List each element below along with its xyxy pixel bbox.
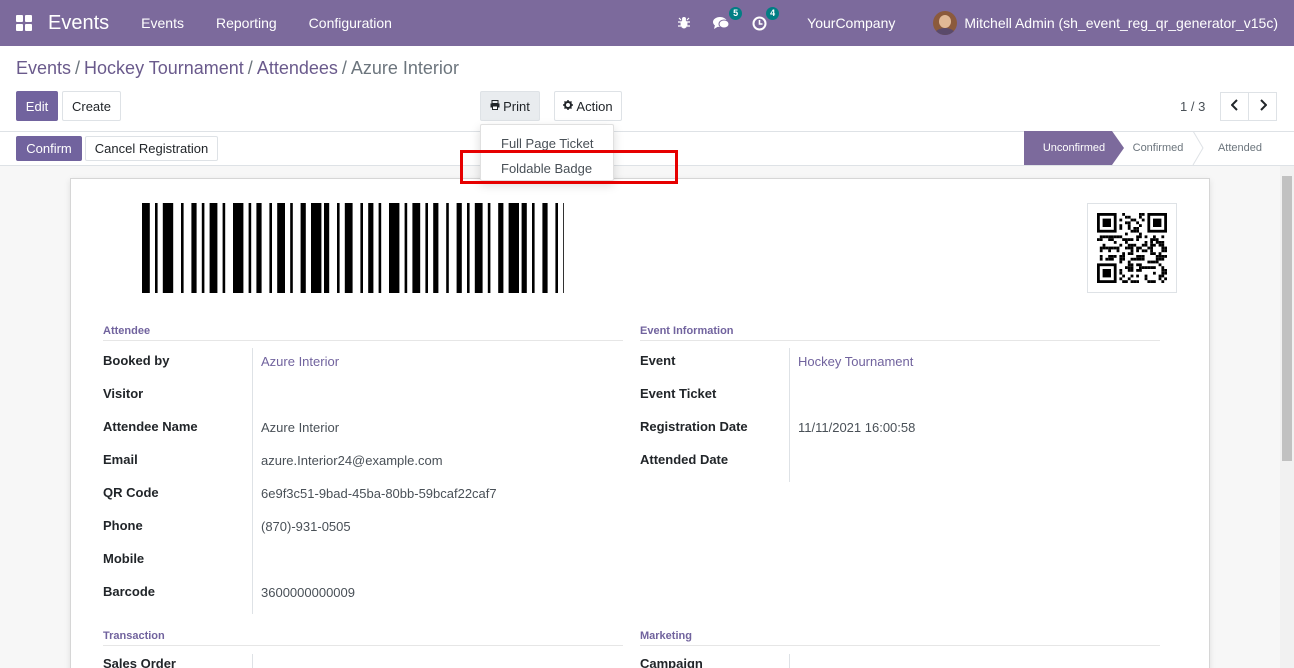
pager-previous-button[interactable] — [1220, 92, 1249, 121]
apps-menu-icon[interactable] — [16, 15, 32, 31]
action-button[interactable]: Action — [554, 91, 622, 121]
breadcrumb-attendees[interactable]: Attendees — [257, 58, 338, 79]
label-barcode: Barcode — [103, 584, 156, 599]
value-barcode: 3600000000009 — [261, 585, 355, 600]
gear-icon — [563, 99, 574, 113]
value-registration-date: 11/11/2021 16:00:58 — [798, 420, 916, 435]
value-qr-code: 6e9f3c51-9bad-45ba-80bb-59bcaf22caf7 — [261, 486, 497, 501]
highlight-annotation-box — [460, 150, 678, 184]
cancel-registration-button[interactable]: Cancel Registration — [85, 136, 218, 161]
field-separator — [252, 654, 253, 668]
stage-unconfirmed[interactable]: Unconfirmed — [1024, 131, 1124, 165]
group-title-transaction: Transaction — [103, 630, 165, 642]
label-qr-code: QR Code — [103, 485, 159, 500]
scrollbar-thumb[interactable] — [1282, 176, 1292, 461]
value-phone: (870)-931-0505 — [261, 519, 351, 534]
group-divider — [103, 340, 623, 341]
field-separator — [789, 654, 790, 668]
label-campaign: Campaign — [640, 656, 703, 668]
qr-code-graphic — [1097, 213, 1167, 283]
label-registration-date: Registration Date — [640, 419, 748, 434]
field-separator — [252, 348, 253, 614]
breadcrumb-events[interactable]: Events — [16, 58, 71, 79]
menu-reporting[interactable]: Reporting — [216, 15, 277, 31]
group-title-attendee: Attendee — [103, 325, 151, 337]
group-title-event-information: Event Information — [640, 325, 734, 337]
edit-button[interactable]: Edit — [16, 91, 58, 121]
app-brand[interactable]: Events — [48, 12, 109, 35]
pager-next-button[interactable] — [1248, 92, 1277, 121]
group-title-marketing: Marketing — [640, 630, 692, 642]
qr-code-image — [1087, 203, 1177, 293]
stage-confirmed[interactable]: Confirmed — [1118, 131, 1198, 165]
group-divider — [640, 645, 1160, 646]
label-event-ticket: Event Ticket — [640, 386, 717, 401]
activities-clock-icon[interactable]: 4 — [752, 6, 780, 31]
value-event[interactable]: Hockey Tournament — [798, 354, 913, 369]
menu-item-full-page-ticket[interactable]: Full Page Ticket — [501, 136, 594, 151]
print-label: Print — [503, 98, 530, 114]
field-separator — [789, 348, 790, 482]
barcode-image — [142, 203, 564, 293]
scrollbar[interactable] — [1280, 166, 1294, 668]
chevron-left-icon — [1230, 99, 1239, 114]
label-phone: Phone — [103, 518, 143, 533]
label-attendee-name: Attendee Name — [103, 419, 198, 434]
user-menu[interactable]: Mitchell Admin (sh_event_reg_qr_generato… — [964, 15, 1278, 31]
label-attended-date: Attended Date — [640, 452, 729, 467]
messages-count-badge: 5 — [729, 7, 743, 20]
value-email: azure.Interior24@example.com — [261, 453, 443, 468]
group-divider — [640, 340, 1160, 341]
breadcrumb-hockey-tournament[interactable]: Hockey Tournament — [84, 58, 244, 79]
company-switcher[interactable]: YourCompany — [807, 15, 895, 31]
label-sales-order: Sales Order — [103, 656, 176, 668]
stage-attended[interactable]: Attended — [1200, 131, 1280, 165]
chevron-right-icon — [1259, 99, 1267, 114]
label-event: Event — [640, 353, 676, 368]
print-button[interactable]: Print — [480, 91, 540, 121]
value-booked-by[interactable]: Azure Interior — [261, 354, 339, 369]
confirm-button[interactable]: Confirm — [16, 136, 82, 161]
menu-configuration[interactable]: Configuration — [309, 15, 392, 31]
create-button[interactable]: Create — [62, 91, 121, 121]
debug-bug-icon[interactable] — [677, 16, 691, 30]
group-divider — [103, 645, 623, 646]
breadcrumb-current: Azure Interior — [350, 58, 459, 78]
value-attendee-name: Azure Interior — [261, 420, 340, 435]
menu-events[interactable]: Events — [141, 15, 184, 31]
user-avatar[interactable] — [933, 11, 958, 35]
messages-icon[interactable]: 5 — [713, 7, 743, 30]
breadcrumb-separator: / — [341, 58, 347, 78]
top-navbar: Events Events Reporting Configuration 5 … — [0, 0, 1294, 46]
print-icon — [490, 99, 500, 113]
label-booked-by: Booked by — [103, 353, 170, 368]
pager-value[interactable]: 1 / 3 — [1180, 99, 1205, 114]
breadcrumb-separator: / — [75, 58, 81, 78]
activities-count-badge: 4 — [766, 6, 780, 20]
label-email: Email — [103, 452, 138, 467]
breadcrumb-separator: / — [247, 58, 253, 78]
breadcrumb: Events / Hockey Tournament / Attendees /… — [16, 58, 459, 79]
label-mobile: Mobile — [103, 551, 145, 566]
label-visitor: Visitor — [103, 386, 144, 401]
action-label: Action — [576, 98, 613, 114]
